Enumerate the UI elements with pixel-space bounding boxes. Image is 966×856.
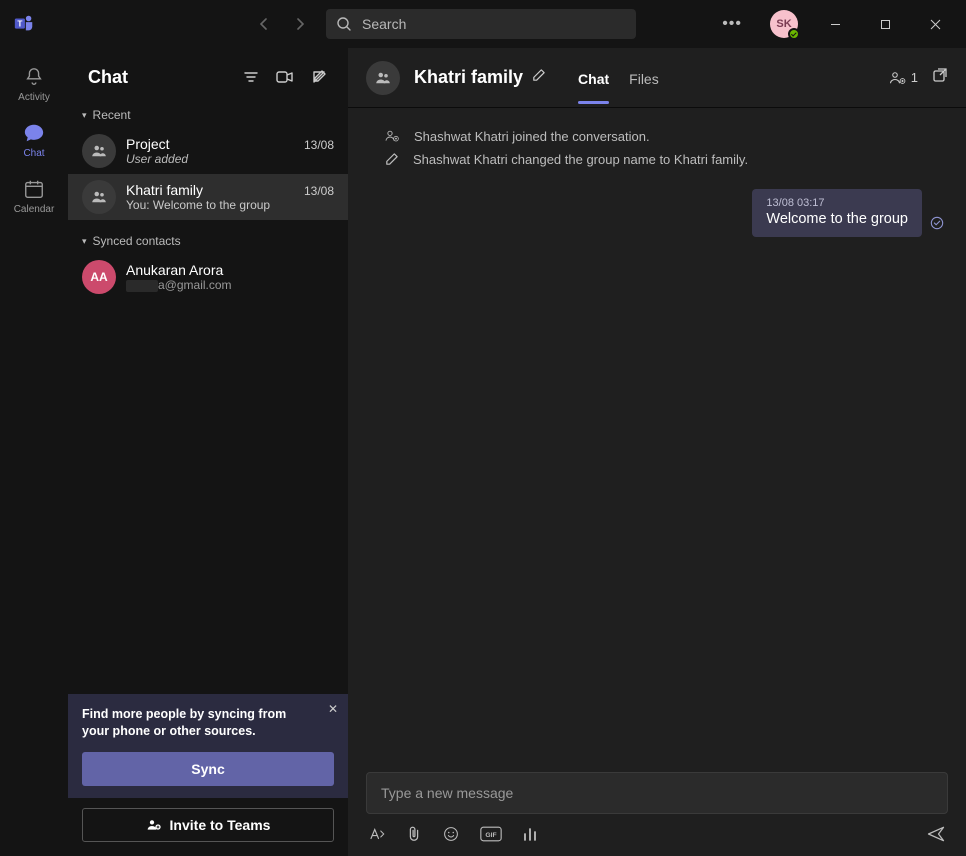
contact-email: a@gmail.com xyxy=(126,278,334,292)
edit-name-button[interactable] xyxy=(531,67,546,88)
rail-label: Chat xyxy=(23,148,44,159)
section-recent[interactable]: ▾ Recent xyxy=(68,100,348,128)
sync-contacts-card: ✕ Find more people by syncing from your … xyxy=(68,694,348,798)
close-icon[interactable]: ✕ xyxy=(328,702,338,716)
person-add-icon xyxy=(146,817,162,833)
send-button[interactable] xyxy=(926,824,946,844)
tab-files[interactable]: Files xyxy=(629,53,659,103)
section-synced-contacts[interactable]: ▾ Synced contacts xyxy=(68,226,348,254)
outgoing-message: 13/08 03:17 Welcome to the group xyxy=(366,189,948,237)
nav-back-button[interactable] xyxy=(254,14,274,34)
conversation-pane: Khatri family Chat Files 1 xyxy=(348,48,966,856)
section-label: Synced contacts xyxy=(93,234,181,248)
search-icon xyxy=(336,16,352,32)
message-bubble[interactable]: 13/08 03:17 Welcome to the group xyxy=(752,189,922,237)
message-timestamp: 13/08 03:17 xyxy=(766,197,908,209)
format-button[interactable] xyxy=(368,825,386,843)
avatar-initials: AA xyxy=(90,270,107,284)
search-placeholder: Search xyxy=(362,16,406,32)
window-minimize-button[interactable] xyxy=(812,0,858,48)
contact-avatar: AA xyxy=(82,260,116,294)
invite-label: Invite to Teams xyxy=(170,817,271,833)
chat-list-panel: Chat ▾ Recent Project 13/08 xyxy=(68,48,348,856)
popout-button[interactable] xyxy=(932,67,948,88)
search-input[interactable]: Search xyxy=(326,9,636,39)
contact-list-item[interactable]: AA Anukaran Arora a@gmail.com xyxy=(68,254,348,300)
system-event: Shashwat Khatri changed the group name t… xyxy=(366,148,948,171)
chat-preview: You: Welcome to the group xyxy=(126,198,334,212)
chat-name: Project xyxy=(126,136,170,152)
avatar-initials: SK xyxy=(776,18,791,30)
presence-available-icon xyxy=(788,28,800,40)
window-maximize-button[interactable] xyxy=(862,0,908,48)
filter-button[interactable] xyxy=(238,64,264,90)
panel-title: Chat xyxy=(88,67,230,88)
message-list: Shashwat Khatri joined the conversation.… xyxy=(348,108,966,762)
system-event: Shashwat Khatri joined the conversation. xyxy=(366,124,948,148)
chat-icon xyxy=(23,122,45,144)
people-add-icon xyxy=(889,70,907,86)
section-label: Recent xyxy=(93,108,131,122)
window-close-button[interactable] xyxy=(912,0,958,48)
person-join-icon xyxy=(384,128,400,144)
tab-chat[interactable]: Chat xyxy=(578,53,609,103)
calendar-icon xyxy=(23,178,45,200)
system-event-text: Shashwat Khatri joined the conversation. xyxy=(414,129,650,144)
gif-button[interactable]: GIF xyxy=(480,826,502,842)
conversation-header: Khatri family Chat Files 1 xyxy=(348,48,966,108)
conversation-title: Khatri family xyxy=(414,67,523,88)
svg-text:GIF: GIF xyxy=(485,832,496,839)
contact-name: Anukaran Arora xyxy=(126,262,334,278)
rail-item-chat[interactable]: Chat xyxy=(0,112,68,168)
profile-avatar[interactable]: SK xyxy=(770,10,798,38)
chat-list-item[interactable]: Project 13/08 User added xyxy=(68,128,348,174)
group-avatar-icon xyxy=(82,180,116,214)
participant-count: 1 xyxy=(911,70,918,85)
message-seen-icon xyxy=(930,216,944,235)
chat-name: Khatri family xyxy=(126,182,203,198)
bell-icon xyxy=(23,66,45,88)
poll-button[interactable] xyxy=(522,826,538,842)
emoji-button[interactable] xyxy=(442,825,460,843)
rail-item-activity[interactable]: Activity xyxy=(0,56,68,112)
new-chat-button[interactable] xyxy=(306,64,332,90)
chat-preview: User added xyxy=(126,152,334,166)
message-text: Welcome to the group xyxy=(766,211,908,227)
composer-placeholder: Type a new message xyxy=(381,785,513,801)
caret-down-icon: ▾ xyxy=(82,110,87,121)
chat-list-item[interactable]: Khatri family 13/08 You: Welcome to the … xyxy=(68,174,348,220)
more-options-button[interactable]: ••• xyxy=(708,7,756,41)
composer-area: Type a new message GIF xyxy=(348,762,966,856)
attach-button[interactable] xyxy=(406,825,422,843)
svg-text:T: T xyxy=(17,19,22,28)
title-bar: T Search ••• SK xyxy=(0,0,966,48)
group-avatar-icon xyxy=(82,134,116,168)
rail-item-calendar[interactable]: Calendar xyxy=(0,168,68,224)
pencil-icon xyxy=(384,152,399,167)
chat-date: 13/08 xyxy=(304,184,334,198)
meet-now-button[interactable] xyxy=(272,64,298,90)
nav-forward-button[interactable] xyxy=(290,14,310,34)
invite-to-teams-button[interactable]: Invite to Teams xyxy=(82,808,334,842)
sync-button[interactable]: Sync xyxy=(82,752,334,786)
rail-label: Activity xyxy=(18,92,50,103)
app-rail: Activity Chat Calendar xyxy=(0,48,68,856)
teams-logo-icon: T xyxy=(12,12,36,36)
chat-date: 13/08 xyxy=(304,138,334,152)
rail-label: Calendar xyxy=(14,204,55,215)
participants-button[interactable]: 1 xyxy=(889,70,918,86)
message-input[interactable]: Type a new message xyxy=(366,772,948,814)
system-event-text: Shashwat Khatri changed the group name t… xyxy=(413,152,748,167)
group-avatar-icon xyxy=(366,61,400,95)
sync-card-text: Find more people by syncing from your ph… xyxy=(82,706,334,740)
caret-down-icon: ▾ xyxy=(82,236,87,247)
